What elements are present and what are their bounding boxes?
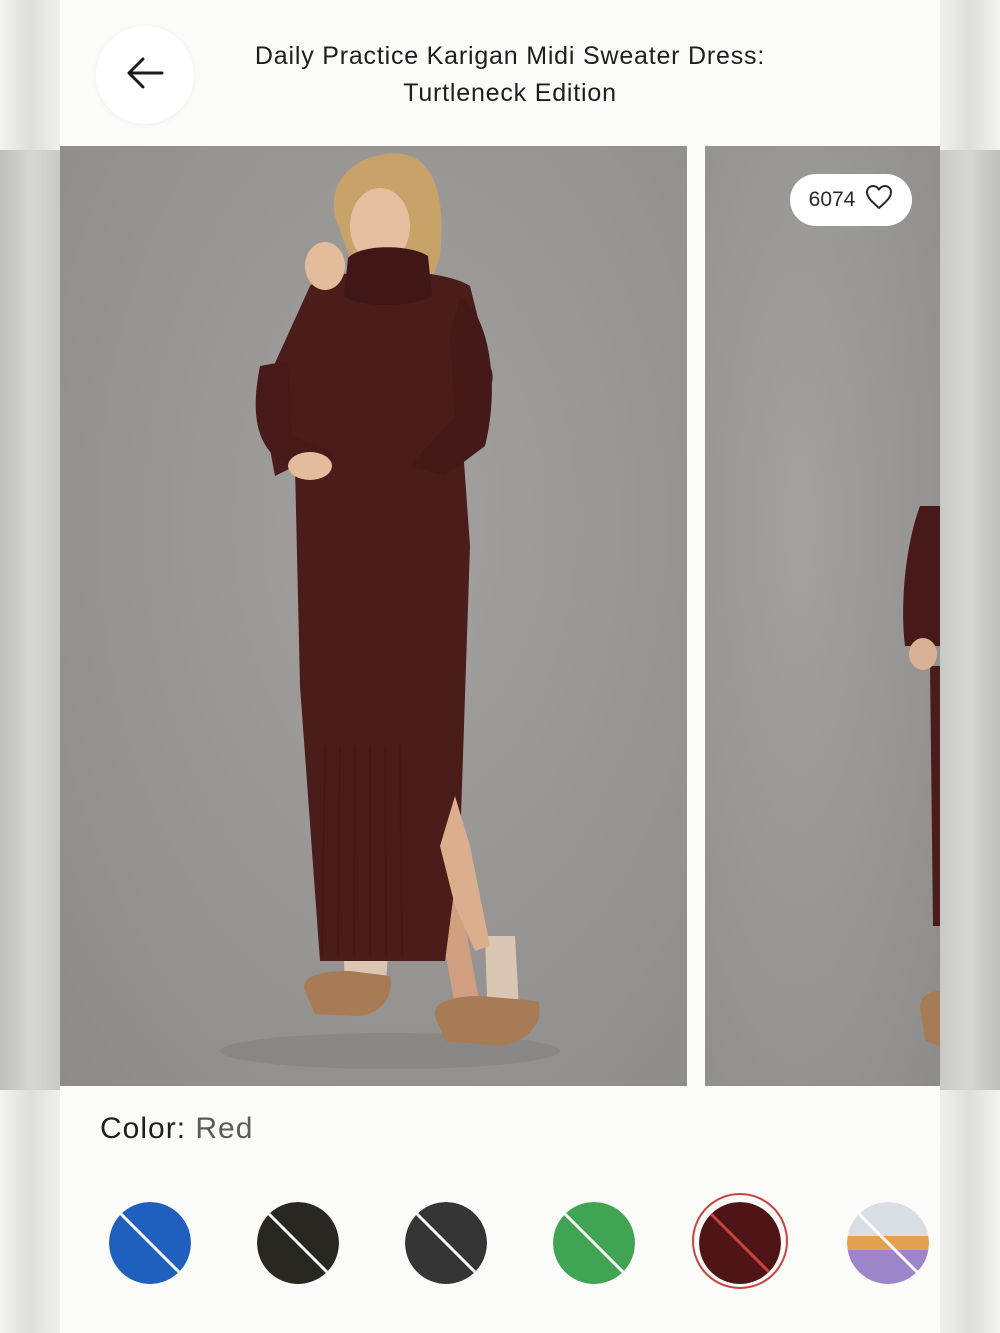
top-bar: Daily Practice Karigan Midi Sweater Dres… [60, 0, 940, 146]
color-swatch-black[interactable] [257, 1202, 339, 1284]
product-title: Daily Practice Karigan Midi Sweater Dres… [210, 38, 810, 112]
color-swatch-charcoal[interactable] [405, 1202, 487, 1284]
heart-icon [865, 184, 893, 216]
color-label: Color: [100, 1112, 187, 1145]
favorite-button[interactable]: 6074 [790, 174, 912, 226]
model-figure-partial-illustration [903, 506, 940, 1046]
model-figure-illustration [220, 153, 560, 1069]
arrow-left-icon [125, 56, 165, 95]
favorite-count: 6074 [808, 188, 856, 211]
color-swatch-blue[interactable] [109, 1202, 191, 1284]
product-image-carousel[interactable]: 6074 [60, 146, 940, 1086]
product-photo-secondary[interactable]: 6074 [705, 146, 940, 1086]
color-swatch-red[interactable] [699, 1202, 781, 1284]
color-selected-value: Red [195, 1112, 254, 1145]
back-button[interactable] [96, 26, 194, 124]
color-selection-label: Color: Red [100, 1112, 253, 1146]
product-title-line-2: Turtleneck Edition [403, 79, 617, 107]
product-photo-main[interactable] [60, 146, 687, 1086]
product-title-line-1: Daily Practice Karigan Midi Sweater Dres… [254, 42, 766, 70]
app-screen: Daily Practice Karigan Midi Sweater Dres… [60, 0, 940, 1333]
color-swatch-green[interactable] [553, 1202, 635, 1284]
color-swatch-stripe[interactable] [847, 1202, 929, 1284]
